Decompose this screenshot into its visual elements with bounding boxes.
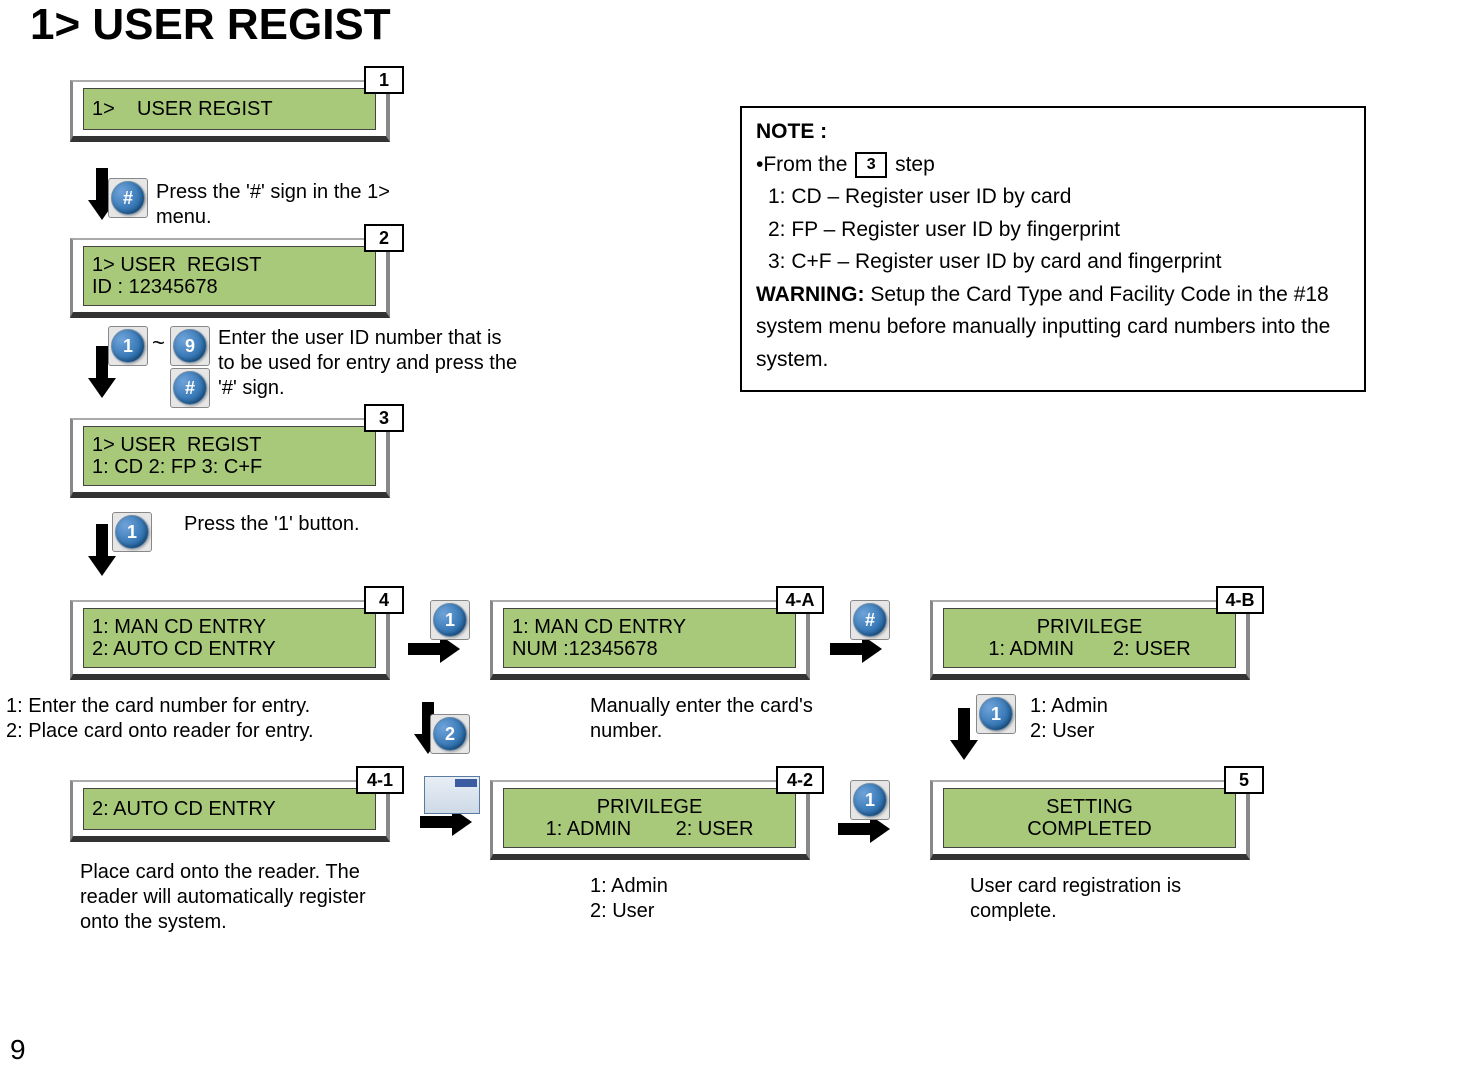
keypad-2-button: 2 [430,714,470,754]
hash-icon: # [853,603,887,637]
hash-icon: # [173,371,207,405]
lcd-text: 1> USER REGIST [92,98,367,120]
keypad-1-button: 1 [430,600,470,640]
note-box: NOTE : •From the 3 step 1: CD – Register… [740,106,1366,392]
note-item-3: 3: C+F – Register user ID by card and fi… [756,246,1350,279]
lcd-text: PRIVILEGE [597,796,703,818]
lcd-step-41: 2: AUTO CD ENTRY 4-1 [70,780,390,842]
lcd-text: COMPLETED [1027,818,1151,840]
step-badge-3: 3 [364,404,404,432]
keypad-1-button: 1 [850,780,890,820]
instruction-4b: 1: Admin 2: User [1030,694,1230,744]
keypad-9-button: 9 [170,326,210,366]
page-number: 9 [10,1034,26,1066]
step-badge-4b: 4-B [1216,586,1264,614]
step-badge-1: 1 [364,66,404,94]
step-badge-4a: 4-A [776,586,824,614]
tilde-label: ~ [152,330,165,356]
lcd-step-4b: PRIVILEGE 1: ADMIN 2: USER 4-B [930,600,1250,680]
digit-1-icon: 1 [111,329,145,363]
instruction-42: 1: Admin 2: User [590,874,790,924]
lcd-step-42: PRIVILEGE 1: ADMIN 2: USER 4-2 [490,780,810,860]
lcd-text: 2: AUTO CD ENTRY [92,798,367,820]
note-from-prefix: •From the [756,153,853,176]
card-icon [424,776,480,814]
arrow-down-icon [950,740,978,760]
lcd-text: 1: ADMIN 2: USER [988,638,1190,660]
arrow-down-icon [88,378,116,398]
step-badge-41: 4-1 [356,766,404,794]
lcd-text: NUM :12345678 [512,638,787,660]
digit-1-icon: 1 [115,515,149,549]
lcd-text: SETTING [1046,796,1133,818]
digit-2-icon: 2 [433,717,467,751]
lcd-step-4: 1: MAN CD ENTRY 2: AUTO CD ENTRY 4 [70,600,390,680]
instruction-5: User card registration is complete. [970,874,1250,924]
note-from-suffix: step [895,153,935,176]
note-warning-label: WARNING: [756,283,865,306]
step-badge-42: 4-2 [776,766,824,794]
lcd-text: 1: MAN CD ENTRY [512,616,787,638]
instruction-4a: Manually enter the card's number. [590,694,870,744]
lcd-step-4a: 1: MAN CD ENTRY NUM :12345678 4-A [490,600,810,680]
instruction-4: 1: Enter the card number for entry. 2: P… [6,694,366,744]
keypad-1-button: 1 [112,512,152,552]
note-item-2: 2: FP – Register user ID by fingerprint [756,214,1350,247]
arrow-down-icon [88,556,116,576]
digit-1-icon: 1 [979,697,1013,731]
step-badge-5: 5 [1224,766,1264,794]
instruction-1: Press the '#' sign in the 1> menu. [156,180,406,230]
lcd-text: ID : 12345678 [92,276,367,298]
lcd-step-3: 1> USER REGIST 1: CD 2: FP 3: C+F 3 [70,418,390,498]
lcd-text: 1> USER REGIST [92,254,367,276]
digit-9-icon: 9 [173,329,207,363]
page-title: 1> USER REGIST [30,0,391,50]
hash-icon: # [111,181,145,215]
keypad-hash-button: # [170,368,210,408]
note-item-1: 1: CD – Register user ID by card [756,181,1350,214]
lcd-step-1: 1> USER REGIST 1 [70,80,390,142]
digit-1-icon: 1 [853,783,887,817]
keypad-hash-button: # [850,600,890,640]
lcd-text: PRIVILEGE [1037,616,1143,638]
keypad-hash-button: # [108,178,148,218]
keypad-1-button: 1 [108,326,148,366]
step-badge-4: 4 [364,586,404,614]
lcd-text: 1: ADMIN 2: USER [546,818,754,840]
digit-1-icon: 1 [433,603,467,637]
instruction-41: Place card onto the reader. The reader w… [80,860,390,935]
lcd-step-5: SETTING COMPLETED 5 [930,780,1250,860]
lcd-text: 1: MAN CD ENTRY [92,616,367,638]
lcd-text: 1: CD 2: FP 3: C+F [92,456,367,478]
lcd-step-2: 1> USER REGIST ID : 12345678 2 [70,238,390,318]
note-step-badge: 3 [855,152,887,178]
instruction-2: Enter the user ID number that is to be u… [218,326,518,401]
instruction-3: Press the '1' button. [184,512,384,537]
step-badge-2: 2 [364,224,404,252]
keypad-1-button: 1 [976,694,1016,734]
lcd-text: 2: AUTO CD ENTRY [92,638,367,660]
note-heading: NOTE : [756,120,827,143]
lcd-text: 1> USER REGIST [92,434,367,456]
